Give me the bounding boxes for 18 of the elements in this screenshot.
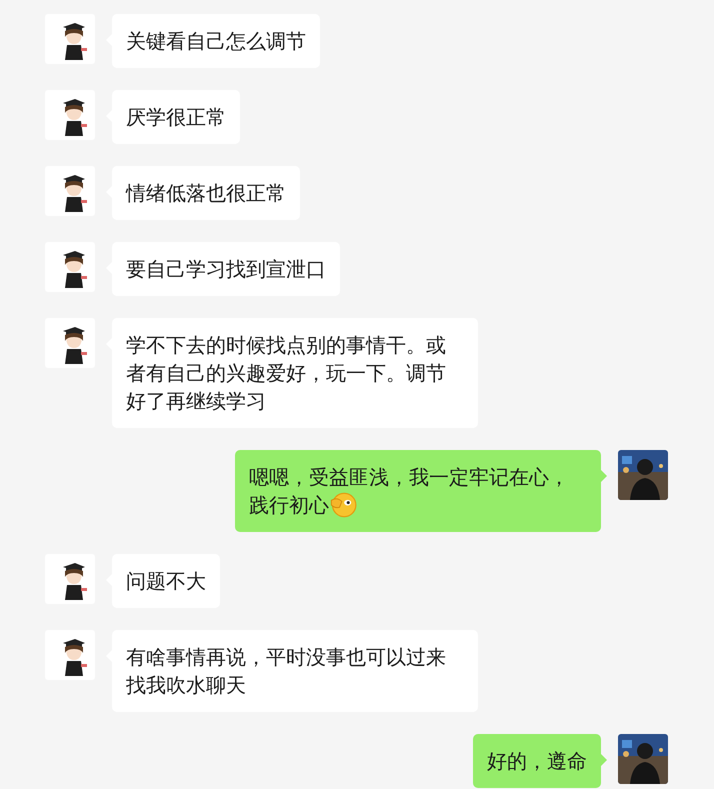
bubble-tail — [601, 754, 607, 766]
avatar-icon[interactable] — [45, 630, 95, 680]
message-bubble: 情绪低落也很正常 — [112, 166, 300, 220]
message-bubble: 问题不大 — [112, 554, 220, 608]
avatar-icon[interactable] — [45, 90, 95, 140]
message-bubble: 有啥事情再说，平时没事也可以过来找我吹水聊天 — [112, 630, 478, 712]
message-bubble: 厌学很正常 — [112, 90, 240, 144]
message-bubble: 学不下去的时候找点别的事情干。或者有自己的兴趣爱好，玩一下。调节好了再继续学习 — [112, 318, 478, 428]
message-bubble: 嗯嗯，受益匪浅，我一定牢记在心，践行初心 — [235, 450, 601, 532]
avatar-icon[interactable] — [45, 166, 95, 216]
avatar-icon[interactable] — [45, 242, 95, 292]
message-bubble: 好的，遵命 — [473, 734, 601, 788]
avatar-icon[interactable] — [45, 14, 95, 64]
message-bubble: 要自己学习找到宣泄口 — [112, 242, 340, 296]
avatar-icon[interactable] — [45, 554, 95, 604]
message-bubble: 关键看自己怎么调节 — [112, 14, 320, 68]
avatar-icon[interactable] — [45, 318, 95, 368]
bubble-tail — [601, 470, 607, 482]
